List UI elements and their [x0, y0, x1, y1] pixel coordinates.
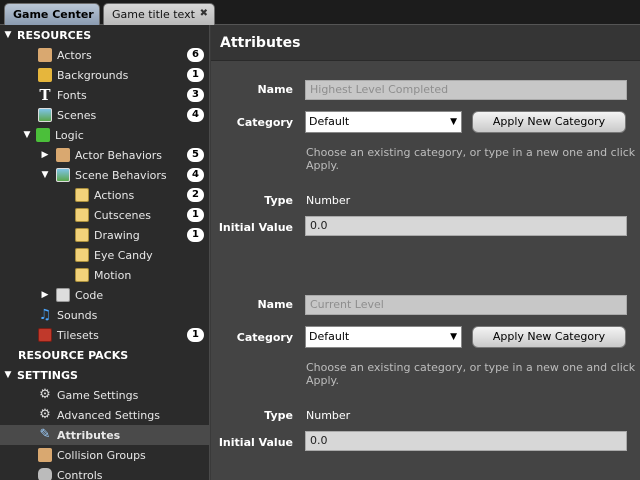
sidebar-item-actors[interactable]: Actors 6 — [0, 45, 210, 65]
sidebar-item-actor-behaviors[interactable]: ▶ Actor Behaviors 5 — [0, 145, 210, 165]
attributes-panel: Attributes Name Highest Level Completed … — [211, 25, 640, 480]
category-hint: Choose an existing category, or type in … — [306, 361, 636, 387]
folder-icon — [75, 248, 89, 262]
sidebar-item-cutscenes[interactable]: Cutscenes 1 — [0, 205, 210, 225]
type-label: Type — [264, 194, 293, 207]
scene-icon — [56, 168, 70, 182]
sidebar-item-drawing[interactable]: Drawing 1 — [0, 225, 210, 245]
code-icon — [56, 288, 70, 302]
sidebar-item-collision-groups[interactable]: Collision Groups — [0, 445, 210, 465]
sidebar-item-advanced-settings[interactable]: ⚙ Advanced Settings — [0, 405, 210, 425]
close-icon[interactable]: ✖ — [200, 8, 208, 19]
apply-new-category-button[interactable]: Apply New Category — [472, 326, 626, 348]
count-badge: 5 — [187, 148, 204, 162]
type-value: Number — [306, 409, 351, 422]
sidebar-item-game-settings[interactable]: ⚙ Game Settings — [0, 385, 210, 405]
count-badge: 1 — [187, 328, 204, 342]
count-badge: 4 — [187, 108, 204, 122]
sidebar-header-settings[interactable]: ▼ SETTINGS — [0, 365, 210, 385]
sidebar-item-tilesets[interactable]: Tilesets 1 — [0, 325, 210, 345]
count-badge: 4 — [187, 168, 204, 182]
name-label: Name — [257, 83, 293, 96]
type-value: Number — [306, 194, 351, 207]
expanded-arrow-icon[interactable]: ▼ — [3, 30, 13, 40]
folder-icon — [75, 268, 89, 282]
tab-game-center[interactable]: Game Center — [4, 3, 100, 25]
initial-value-field[interactable]: 0.0 — [305, 216, 627, 236]
count-badge: 1 — [187, 208, 204, 222]
actor-icon — [38, 48, 52, 62]
page-title: Attributes — [211, 25, 640, 61]
sidebar-item-attributes[interactable]: ✎ Attributes — [0, 425, 210, 445]
expanded-arrow-icon[interactable]: ▼ — [40, 170, 50, 180]
gamepad-icon — [38, 468, 52, 480]
category-hint: Choose an existing category, or type in … — [306, 146, 636, 172]
pencil-icon: ✎ — [39, 427, 51, 442]
category-select[interactable]: Default ▼ — [305, 326, 462, 348]
count-badge: 1 — [187, 68, 204, 82]
count-badge: 2 — [187, 188, 204, 202]
initial-value-label: Initial Value — [218, 436, 293, 449]
actor-icon — [56, 148, 70, 162]
count-badge: 1 — [187, 228, 204, 242]
font-icon: T — [39, 86, 51, 104]
collision-groups-icon — [38, 448, 52, 462]
tab-label: Game Center — [13, 8, 94, 21]
tab-game-title-text[interactable]: Game title text ✖ — [103, 3, 215, 25]
type-label: Type — [264, 409, 293, 422]
folder-icon — [75, 188, 89, 202]
folder-icon — [75, 208, 89, 222]
folder-icon — [75, 228, 89, 242]
gear-icon: ⚙ — [39, 387, 51, 402]
initial-value-field[interactable]: 0.0 — [305, 431, 627, 451]
sidebar-item-fonts[interactable]: T Fonts 3 — [0, 85, 210, 105]
sidebar-item-scene-behaviors[interactable]: ▼ Scene Behaviors 4 — [0, 165, 210, 185]
sidebar-item-backgrounds[interactable]: Backgrounds 1 — [0, 65, 210, 85]
expanded-arrow-icon[interactable]: ▼ — [3, 370, 13, 380]
sidebar-item-code[interactable]: ▶ Code — [0, 285, 210, 305]
category-label: Category — [236, 331, 293, 344]
sidebar-item-motion[interactable]: Motion — [0, 265, 210, 285]
sidebar-header-resources[interactable]: ▼ RESOURCES — [0, 25, 210, 45]
sidebar-header-resource-packs[interactable]: RESOURCE PACKS — [0, 345, 210, 365]
background-icon — [38, 68, 52, 82]
music-note-icon: ♫ — [38, 307, 52, 323]
name-field[interactable]: Highest Level Completed — [305, 80, 627, 100]
tileset-icon — [38, 328, 52, 342]
sidebar-item-actions[interactable]: Actions 2 — [0, 185, 210, 205]
tab-bar: Game Center Game title text ✖ — [0, 0, 640, 25]
scene-icon — [38, 108, 52, 122]
sidebar-item-sounds[interactable]: ♫ Sounds — [0, 305, 210, 325]
collapsed-arrow-icon[interactable]: ▶ — [40, 150, 50, 160]
count-badge: 6 — [187, 48, 204, 62]
sidebar-item-logic[interactable]: ▼ Logic — [0, 125, 210, 145]
sidebar-item-controls[interactable]: Controls — [0, 465, 210, 480]
sidebar-item-scenes[interactable]: Scenes 4 — [0, 105, 210, 125]
apply-new-category-button[interactable]: Apply New Category — [472, 111, 626, 133]
sidebar: ▼ RESOURCES Actors 6 Backgrounds 1 T Fon… — [0, 25, 210, 480]
category-select[interactable]: Default ▼ — [305, 111, 462, 133]
gear-icon: ⚙ — [39, 407, 51, 422]
initial-value-label: Initial Value — [218, 221, 293, 234]
name-field[interactable]: Current Level — [305, 295, 627, 315]
tab-label: Game title text — [112, 8, 195, 21]
count-badge: 3 — [187, 88, 204, 102]
sidebar-item-eye-candy[interactable]: Eye Candy — [0, 245, 210, 265]
expanded-arrow-icon[interactable]: ▼ — [22, 130, 32, 140]
collapsed-arrow-icon[interactable]: ▶ — [40, 290, 50, 300]
category-label: Category — [236, 116, 293, 129]
logic-puzzle-icon — [36, 128, 50, 142]
chevron-down-icon: ▼ — [450, 117, 457, 127]
name-label: Name — [257, 298, 293, 311]
chevron-down-icon: ▼ — [450, 332, 457, 342]
